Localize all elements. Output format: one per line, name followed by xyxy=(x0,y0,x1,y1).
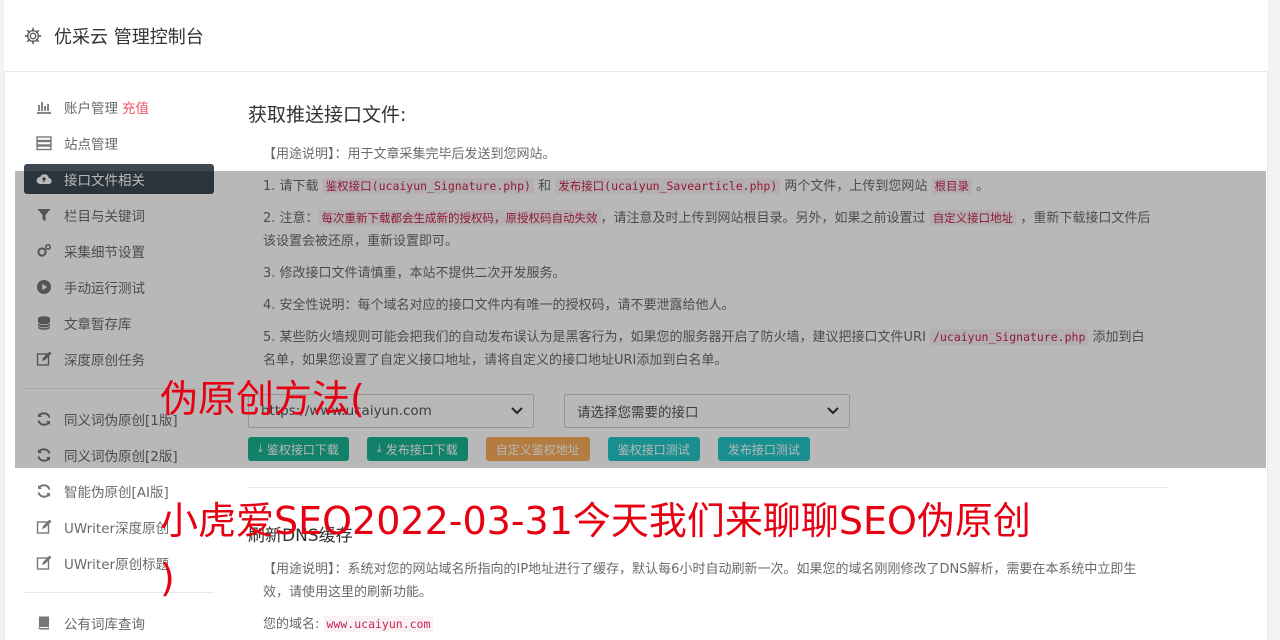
sidebar-item-sites[interactable]: 站点管理 xyxy=(24,128,214,158)
edit-icon xyxy=(36,519,52,534)
refresh-icon xyxy=(37,484,51,498)
bar-chart-icon xyxy=(37,102,51,114)
section-title: 获取推送接口文件: xyxy=(248,104,407,126)
usage-note: 【用途说明】：用于文章采集完毕后发送到您网站。 xyxy=(263,147,556,162)
app-title: 优采云 管理控制台 xyxy=(54,26,204,48)
sidebar-item-public-lexicon[interactable]: 公有词库查询 xyxy=(24,608,214,638)
edit-icon xyxy=(36,555,52,570)
watermark-line-3: ) xyxy=(160,556,175,600)
watermark-line-2: 小虎爱SEO2022-03-31今天我们来聊聊SEO伪原创 xyxy=(160,499,1031,543)
sidebar-item-label: UWriter原创标题 xyxy=(64,557,170,573)
section-divider xyxy=(248,487,1168,488)
sidebar-divider xyxy=(24,592,214,593)
gear-icon xyxy=(24,27,42,44)
sidebar-item-uwriter-title[interactable]: UWriter原创标题 xyxy=(24,548,214,578)
sidebar-item-label: 站点管理 xyxy=(64,137,118,153)
recharge-link[interactable]: 充值 xyxy=(122,97,149,117)
sidebar-item-label: UWriter深度原创 xyxy=(64,521,170,537)
sidebar-item-label: 账户管理 xyxy=(64,101,118,117)
sidebar-item-label: 智能伪原创[AI版] xyxy=(64,485,169,501)
dns-usage-note: 【用途说明】：系统对您的网站域名所指向的IP地址进行了缓存，默认每6小时自动刷新… xyxy=(263,562,1137,600)
watermark-line-1: 伪原创方法( xyxy=(160,377,365,421)
book-icon xyxy=(38,616,49,630)
domain-label: 您的域名: xyxy=(263,617,320,632)
server-icon xyxy=(36,136,52,151)
sidebar-item-label: 公有词库查询 xyxy=(64,617,145,633)
domain-value: www.ucaiyun.com xyxy=(323,616,434,632)
domain-row: 您的域名: www.ucaiyun.com xyxy=(263,613,1153,636)
top-bar: 优采云 管理控制台 xyxy=(4,0,1268,72)
dim-overlay xyxy=(15,171,1266,468)
sidebar-item-account[interactable]: 账户管理 充值 xyxy=(24,92,214,122)
